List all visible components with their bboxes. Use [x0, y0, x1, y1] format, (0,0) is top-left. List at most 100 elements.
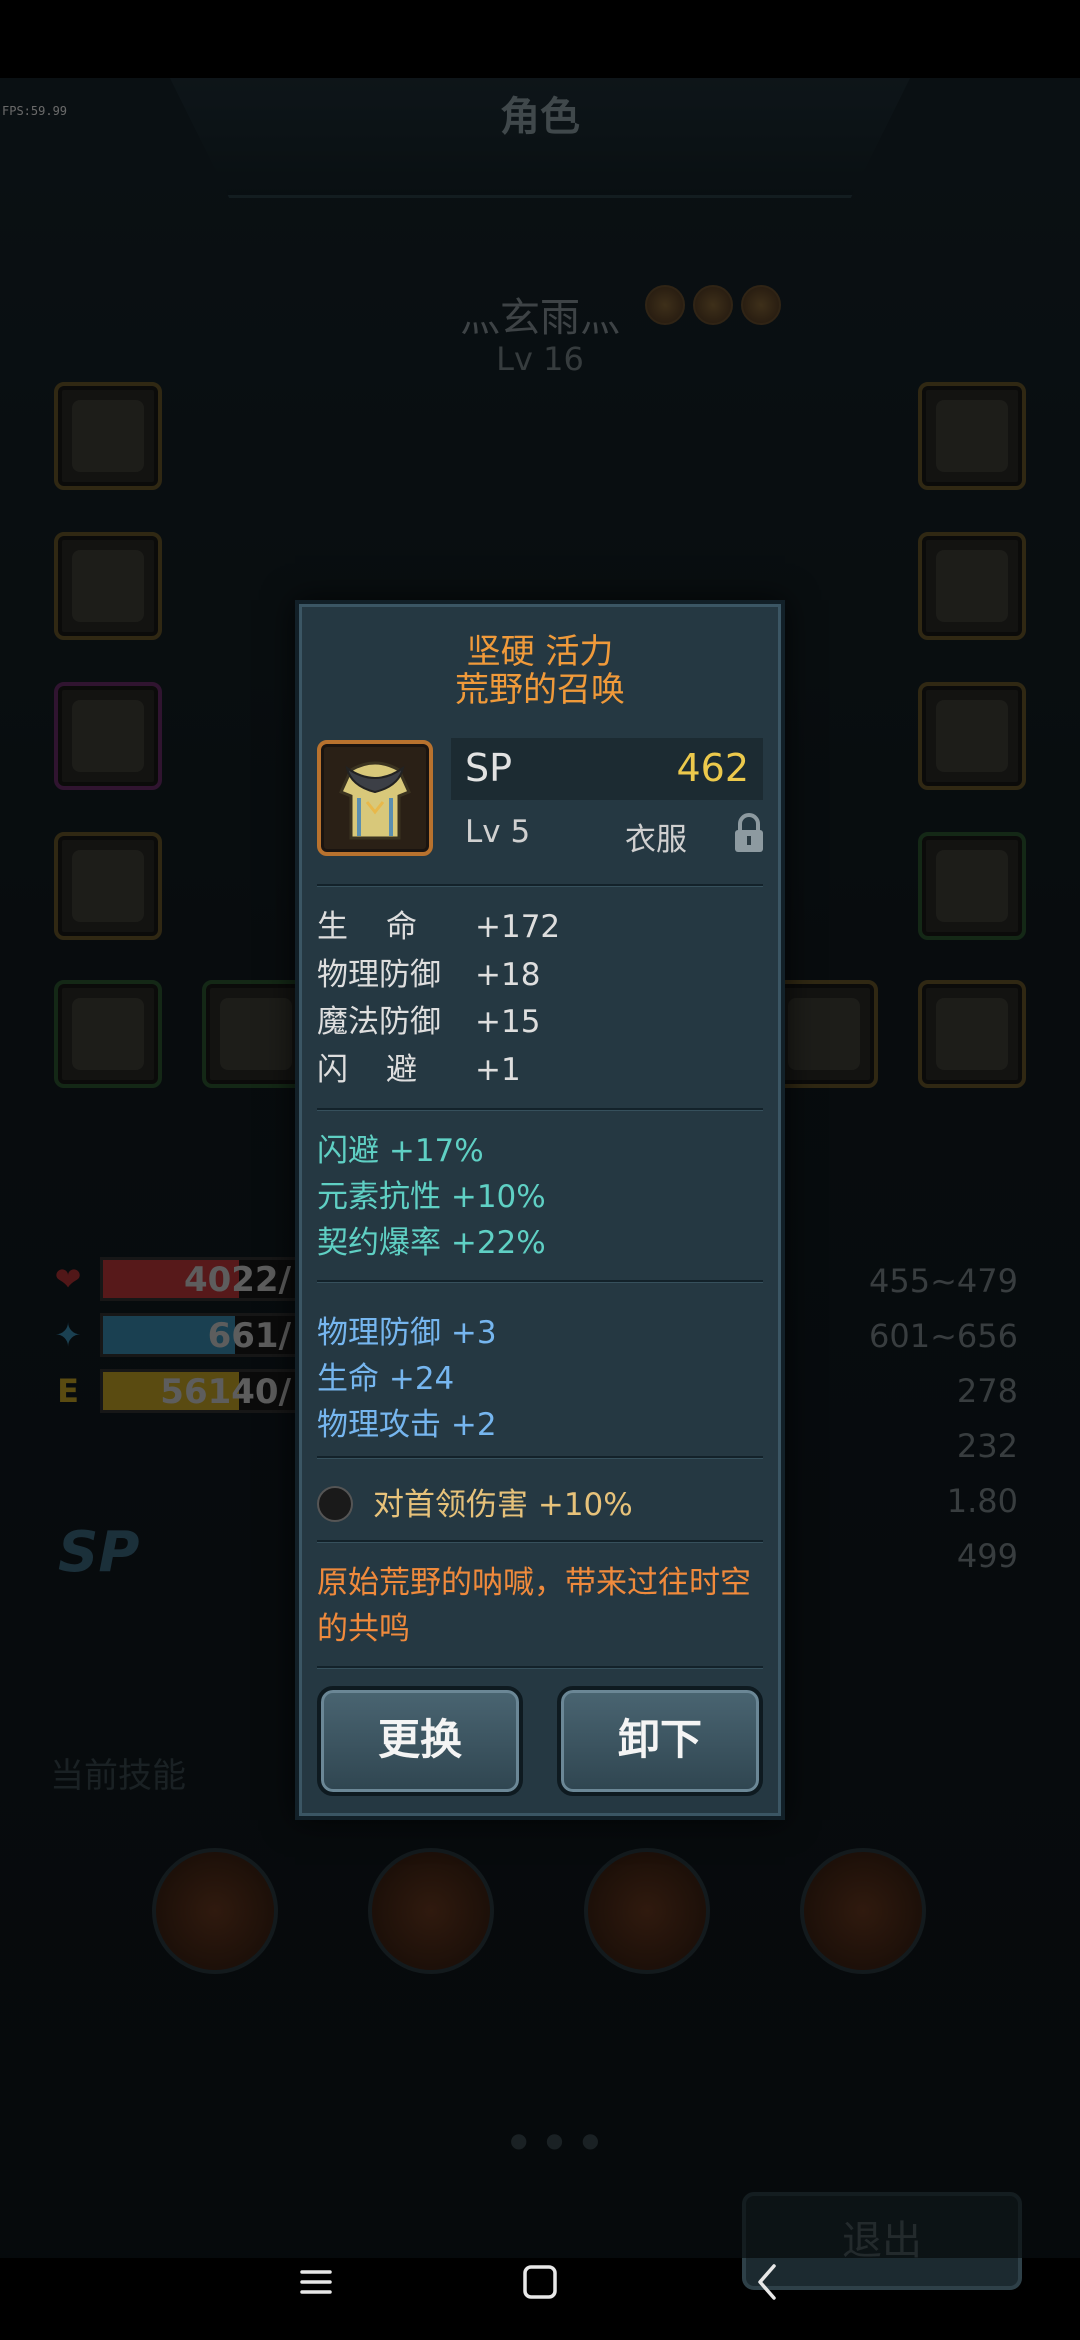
stat-value: 499 — [956, 1537, 1018, 1575]
equip-slot-pants[interactable] — [54, 682, 162, 790]
trinket-icon — [788, 998, 860, 1070]
item-type: 衣服 — [625, 822, 687, 858]
unequip-button[interactable]: 卸下 — [557, 1686, 763, 1796]
charm-icon — [220, 998, 292, 1070]
ring-icon — [936, 700, 1008, 772]
weapon-icon — [936, 400, 1008, 472]
bonus-stat: 元素抗性 +10% — [317, 1179, 546, 1215]
replace-button[interactable]: 更换 — [317, 1686, 523, 1796]
status-bars: ❤ 4022/ ✦ 661/ E 56140/ — [48, 1252, 300, 1420]
equip-slot-charm[interactable] — [202, 980, 310, 1088]
fps-counter: FPS:59.99 — [2, 104, 68, 118]
stat-value: 1.80 — [946, 1482, 1018, 1520]
character-stats: 455~479 601~656 278 232 1.80 499 — [869, 1262, 1018, 1592]
skill-icon[interactable] — [800, 1848, 926, 1974]
stat-value: 232 — [956, 1427, 1018, 1465]
equip-slot-ring1[interactable] — [918, 532, 1026, 640]
stat-name: 魔法防御 — [317, 1004, 441, 1040]
home-icon[interactable] — [510, 2252, 570, 2312]
character-level: Lv 16 — [496, 340, 584, 378]
stat-name: 物理防御 — [317, 957, 441, 993]
stat-value: +1 — [475, 1052, 521, 1088]
bonus-stat: 生命 +24 — [317, 1361, 455, 1397]
equip-slot-armor[interactable] — [54, 532, 162, 640]
base-stat-row: 生命 +172 — [317, 904, 560, 950]
menu-icon[interactable] — [286, 2252, 346, 2312]
base-stat-row: 闪避 +1 — [317, 1047, 521, 1093]
item-description: 原始荒野的呐喊，带来过往时空的共鸣 — [317, 1565, 751, 1647]
armor-icon — [72, 550, 144, 622]
badge-icon[interactable] — [693, 285, 733, 325]
exp-value: 56140/ — [160, 1372, 291, 1412]
lock-icon[interactable] — [731, 812, 767, 854]
skill-icon[interactable] — [584, 1848, 710, 1974]
equip-slot-helmet[interactable] — [54, 382, 162, 490]
stat-name: 生命 — [317, 909, 455, 945]
skills-title: 当前技能 — [50, 1756, 186, 1796]
mp-value: 661/ — [207, 1316, 291, 1356]
mana-icon: ✦ — [54, 1316, 82, 1354]
skill-icon[interactable] — [368, 1848, 494, 1974]
set-bonus-row: 对首领伤害 +10% — [317, 1482, 633, 1528]
set-bonus-text: 对首领伤害 +10% — [373, 1487, 633, 1523]
system-nav-bar — [0, 2230, 1080, 2340]
pants-icon — [72, 700, 144, 772]
divider — [317, 1666, 763, 1669]
character-name: 灬玄雨灬 — [460, 295, 620, 341]
skill-icon[interactable] — [152, 1848, 278, 1974]
stat-name: 闪避 — [317, 1052, 455, 1088]
ring-icon — [936, 550, 1008, 622]
stat-value: +15 — [475, 1004, 541, 1040]
item-level: Lv 5 — [465, 814, 531, 850]
stat-value: +172 — [475, 909, 561, 945]
divider — [317, 1540, 763, 1543]
necklace-icon — [936, 850, 1008, 922]
sp-value: 462 — [676, 746, 749, 790]
badge-icon[interactable] — [645, 285, 685, 325]
equip-slot-weapon[interactable] — [918, 382, 1026, 490]
cloak-icon — [72, 998, 144, 1070]
sp-label-big: SP — [58, 1520, 140, 1585]
stat-value: 455~479 — [869, 1262, 1018, 1300]
mp-bar: ✦ 661/ — [48, 1308, 300, 1362]
stat-value: 601~656 — [869, 1317, 1018, 1355]
item-detail-popup: 坚硬 活力 荒野的召唤 SP 462 Lv 5 衣服 生命 +172 物理防御 +1… — [295, 600, 785, 1820]
helmet-icon — [72, 400, 144, 472]
equip-slot-cloak[interactable] — [54, 980, 162, 1088]
equip-slot-trinket1[interactable] — [770, 980, 878, 1088]
hp-bar: ❤ 4022/ — [48, 1252, 300, 1306]
heart-icon: ❤ — [54, 1260, 82, 1298]
bonus-stat: 契约爆率 +22% — [317, 1225, 546, 1261]
stat-value: 278 — [956, 1372, 1018, 1410]
base-stat-row: 物理防御 +18 — [317, 952, 540, 998]
base-stat-row: 魔法防御 +15 — [317, 999, 540, 1045]
sp-box: SP 462 — [451, 738, 763, 800]
clothing-icon — [317, 740, 433, 856]
exp-bar: E 56140/ — [48, 1364, 300, 1418]
mp-bar-track: 661/ — [100, 1313, 300, 1357]
gloves-icon — [72, 850, 144, 922]
back-icon[interactable] — [738, 2252, 798, 2312]
bonus-stat: 物理防御 +3 — [317, 1315, 497, 1351]
badge-icon[interactable] — [741, 285, 781, 325]
equip-slot-trinket2[interactable] — [918, 980, 1026, 1088]
divider — [317, 884, 763, 887]
stat-value: +18 — [475, 957, 541, 993]
hp-value: 4022/ — [183, 1260, 291, 1300]
equip-slot-ring2[interactable] — [918, 682, 1026, 790]
item-name: 荒野的召唤 — [455, 670, 625, 710]
exp-icon: E — [57, 1372, 79, 1410]
equip-slot-necklace[interactable] — [918, 832, 1026, 940]
bonus-stat: 闪避 +17% — [317, 1133, 484, 1169]
exp-bar-track: 56140/ — [100, 1369, 300, 1413]
divider — [317, 1456, 763, 1459]
divider — [317, 1108, 763, 1111]
sp-label: SP — [465, 746, 513, 790]
hp-bar-track: 4022/ — [100, 1257, 300, 1301]
trinket-icon — [936, 998, 1008, 1070]
bonus-stat: 物理攻击 +2 — [317, 1407, 497, 1443]
set-bonus-icon — [317, 1485, 353, 1522]
title-badges — [645, 285, 781, 325]
equip-slot-gloves[interactable] — [54, 832, 162, 940]
divider — [317, 1280, 763, 1283]
